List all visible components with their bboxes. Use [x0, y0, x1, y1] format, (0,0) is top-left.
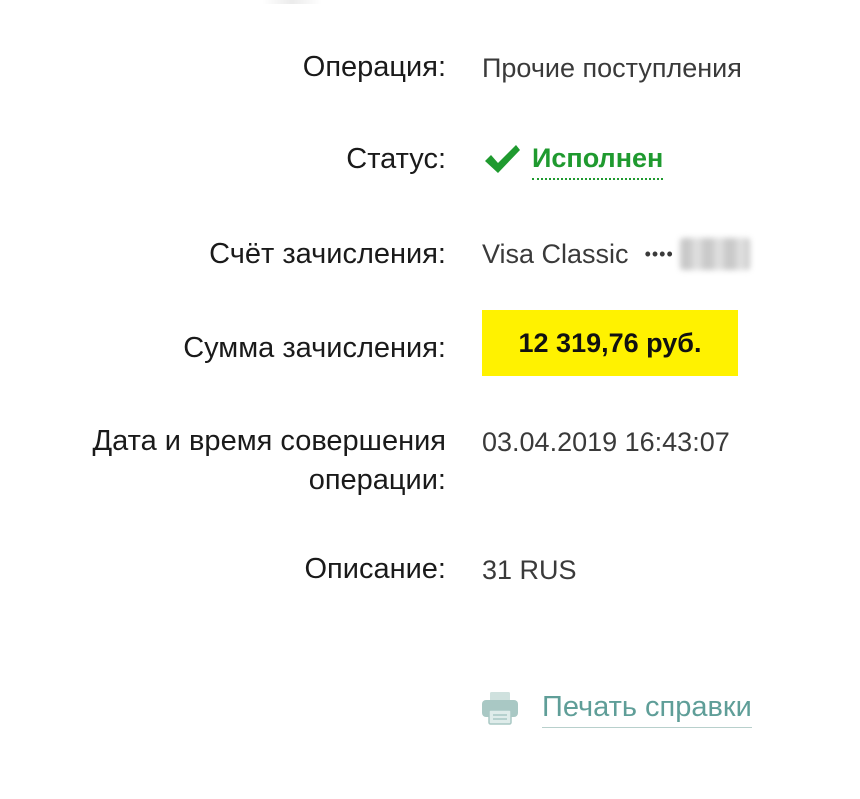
description-value: 31 RUS [482, 555, 577, 585]
card-name: Visa Classic [482, 238, 629, 269]
description-label: Описание: [304, 553, 447, 585]
print-certificate-link[interactable]: Печать справки [480, 686, 752, 730]
card-mask-dots: •••• [644, 243, 674, 264]
status-value: Исполнен [482, 138, 664, 182]
checkmark-icon [485, 145, 520, 173]
amount-value: 12 319,76 руб. [518, 327, 702, 358]
account-label: Счёт зачисления: [209, 238, 446, 270]
operation-label: Операция: [302, 51, 446, 83]
operation-value: Прочие поступления [482, 53, 742, 83]
printer-icon [482, 692, 518, 725]
amount-highlight: 12 319,76 руб. [482, 310, 738, 376]
blurred-card-digits [679, 238, 750, 270]
datetime-value: 03.04.2019 16:43:07 [482, 427, 730, 457]
account-value: Visa Classic •••• [482, 234, 750, 274]
datetime-label-line1: Дата и время совершения [92, 425, 447, 457]
amount-label: Сумма зачисления: [183, 332, 446, 364]
status-text[interactable]: Исполнен [532, 140, 664, 180]
status-label: Статус: [346, 143, 446, 175]
print-label[interactable]: Печать справки [542, 689, 752, 728]
top-edge-mark [262, 0, 322, 4]
datetime-label-line2: операции: [308, 464, 446, 496]
